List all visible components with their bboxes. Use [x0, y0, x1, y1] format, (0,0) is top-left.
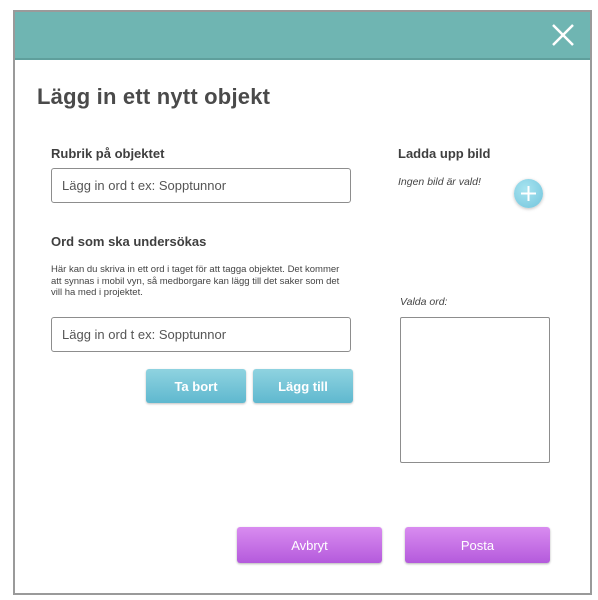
word-input[interactable] [51, 317, 351, 352]
upload-image-label: Ladda upp bild [398, 146, 491, 161]
words-field-label: Ord som ska undersökas [51, 234, 207, 249]
dialog-title: Lägg in ett nytt objekt [37, 84, 271, 109]
close-icon[interactable] [550, 22, 576, 48]
dialog-titlebar [15, 12, 590, 60]
add-image-button[interactable] [514, 179, 543, 208]
no-image-status: Ingen bild är vald! [398, 176, 481, 188]
selected-words-list[interactable] [400, 317, 550, 463]
words-help-text: Här kan du skriva in ett ord i taget för… [51, 264, 340, 298]
cancel-button[interactable]: Avbryt [237, 527, 382, 563]
post-button[interactable]: Posta [405, 527, 550, 563]
plus-icon [521, 186, 536, 201]
remove-word-button[interactable]: Ta bort [146, 369, 246, 403]
selected-words-label: Valda ord: [400, 296, 448, 308]
title-field-label: Rubrik på objektet [51, 146, 165, 161]
title-input[interactable] [51, 168, 351, 203]
add-word-button[interactable]: Lägg till [253, 369, 353, 403]
